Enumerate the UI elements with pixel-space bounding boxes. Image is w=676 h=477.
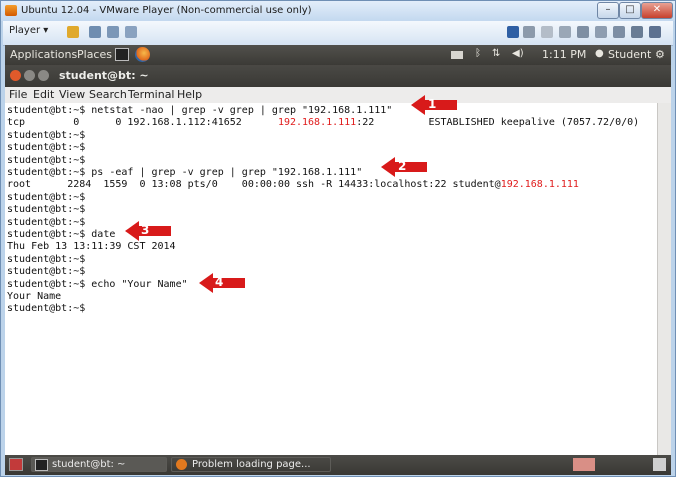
terminal-line: root 2284 1559 0 13:08 pts/0 00:00:00 ss…: [7, 179, 579, 191]
menu-file[interactable]: File: [9, 88, 27, 101]
callout-number-2: 2: [398, 159, 407, 173]
terminal-text: :22 ESTABLISHED keepalive (7057.72/0/0): [356, 117, 640, 129]
terminal-line: student@bt:~$ echo "Your Name": [7, 278, 188, 290]
highlighted-ip: 192.168.1.111: [500, 179, 579, 191]
terminal-title-bar: student@bt: ~: [5, 65, 671, 87]
floppy-icon[interactable]: [559, 26, 571, 38]
unity-icon[interactable]: [125, 26, 137, 38]
show-desktop-icon[interactable]: [9, 458, 23, 471]
vmware-toolbar: Player ▾: [3, 21, 673, 46]
terminal-line: student@bt:~$ date: [7, 229, 116, 240]
network-icon[interactable]: ⇅: [492, 48, 500, 59]
fullscreen-icon[interactable]: [107, 26, 119, 38]
user-name[interactable]: Student: [608, 48, 651, 61]
bluetooth-icon[interactable]: ᛒ: [475, 48, 481, 59]
menu-edit[interactable]: Edit: [33, 88, 54, 101]
trash-icon[interactable]: [653, 458, 666, 471]
terminal-line: student@bt:~$ ps -eaf | grep -v grep | g…: [7, 167, 363, 178]
menu-view[interactable]: View: [59, 88, 85, 101]
terminal-line: student@bt:~$: [7, 129, 86, 141]
terminal-line: tcp 0 0 192.168.1.112:41652 192.168.1.11…: [7, 117, 639, 129]
ubuntu-top-panel: Applications Places ᛒ ⇅ ◀) 1:11 PM ● Stu…: [5, 45, 671, 65]
ubuntu-guest-screen: Applications Places ᛒ ⇅ ◀) 1:11 PM ● Stu…: [5, 45, 671, 455]
applications-menu[interactable]: Applications: [10, 48, 77, 61]
menu-terminal[interactable]: Terminal: [128, 88, 175, 101]
terminal-line: student@bt:~$: [7, 204, 86, 216]
terminal-output[interactable]: student@bt:~$ netstat -nao | grep -v gre…: [5, 103, 657, 455]
terminal-task-icon: [35, 459, 48, 471]
menu-search[interactable]: Search: [89, 88, 127, 101]
workspace-switcher[interactable]: [573, 458, 595, 471]
terminal-line: student@bt:~$: [7, 303, 86, 315]
ubuntu-bottom-panel: student@bt: ~ Problem loading page...: [5, 455, 671, 475]
terminal-text: tcp 0 0 192.168.1.112:41652: [7, 117, 278, 129]
menu-help[interactable]: Help: [177, 88, 202, 101]
vmware-window: Ubuntu 12.04 - VMware Player (Non-commer…: [0, 0, 676, 477]
pause-icon[interactable]: [67, 26, 79, 38]
terminal-line: student@bt:~$: [7, 154, 86, 166]
terminal-title: student@bt: ~: [59, 69, 149, 82]
highlighted-ip: 192.168.1.111: [277, 117, 357, 129]
terminal-maximize-icon[interactable]: [38, 70, 49, 81]
terminal-menubar: File Edit View Search Terminal Help: [5, 87, 671, 103]
vmware-app-icon: [5, 5, 17, 16]
volume-icon[interactable]: ◀): [512, 48, 524, 59]
places-menu[interactable]: Places: [77, 48, 112, 61]
callout-number-4: 4: [215, 275, 224, 289]
task-browser[interactable]: Problem loading page...: [171, 457, 331, 472]
terminal-launcher-icon[interactable]: [115, 48, 129, 61]
minimize-button[interactable]: –: [597, 2, 619, 19]
player-menu-button[interactable]: Player ▾: [9, 25, 48, 36]
cd-drive-icon[interactable]: [541, 26, 553, 38]
message-icon[interactable]: [649, 26, 661, 38]
vmware-title-bar: Ubuntu 12.04 - VMware Player (Non-commer…: [1, 1, 675, 21]
network-adapter-icon[interactable]: [577, 26, 589, 38]
terminal-line: student@bt:~$: [7, 216, 86, 228]
send-keys-icon[interactable]: [89, 26, 101, 38]
task-terminal-label: student@bt: ~: [52, 459, 126, 470]
callout-number-1: 1: [428, 97, 437, 111]
terminal-line: Thu Feb 13 13:11:39 CST 2014: [7, 241, 176, 253]
terminal-line: student@bt:~$: [7, 191, 86, 203]
task-terminal[interactable]: student@bt: ~: [31, 457, 167, 472]
user-icon: ●: [595, 48, 604, 59]
devices-chevron-icon[interactable]: [507, 26, 519, 38]
close-button[interactable]: ✕: [641, 2, 673, 19]
printer-icon[interactable]: [523, 26, 535, 38]
terminal-line: student@bt:~$: [7, 142, 86, 154]
usb-icon[interactable]: [595, 26, 607, 38]
terminal-line: Your Name: [7, 291, 62, 302]
mail-icon[interactable]: [451, 51, 463, 59]
task-browser-label: Problem loading page...: [192, 459, 311, 470]
terminal-scrollbar[interactable]: [657, 103, 671, 455]
maximize-button[interactable]: □: [619, 2, 641, 19]
terminal-close-icon[interactable]: [10, 70, 21, 81]
callout-number-3: 3: [141, 223, 150, 237]
sound-card-icon[interactable]: [613, 26, 625, 38]
terminal-line: student@bt:~$ netstat -nao | grep -v gre…: [7, 105, 393, 116]
display-icon[interactable]: [631, 26, 643, 38]
firefox-task-icon: [176, 459, 187, 470]
clock[interactable]: 1:11 PM: [542, 48, 586, 61]
terminal-text: root 2284 1559 0 13:08 pts/0 00:00:00 ss…: [7, 179, 501, 191]
terminal-minimize-icon[interactable]: [24, 70, 35, 81]
firefox-launcher-icon[interactable]: [135, 47, 150, 62]
terminal-line: student@bt:~$: [7, 266, 86, 278]
terminal-line: student@bt:~$: [7, 253, 86, 265]
session-gear-icon[interactable]: ⚙: [655, 48, 665, 61]
vmware-title: Ubuntu 12.04 - VMware Player (Non-commer…: [21, 5, 312, 16]
